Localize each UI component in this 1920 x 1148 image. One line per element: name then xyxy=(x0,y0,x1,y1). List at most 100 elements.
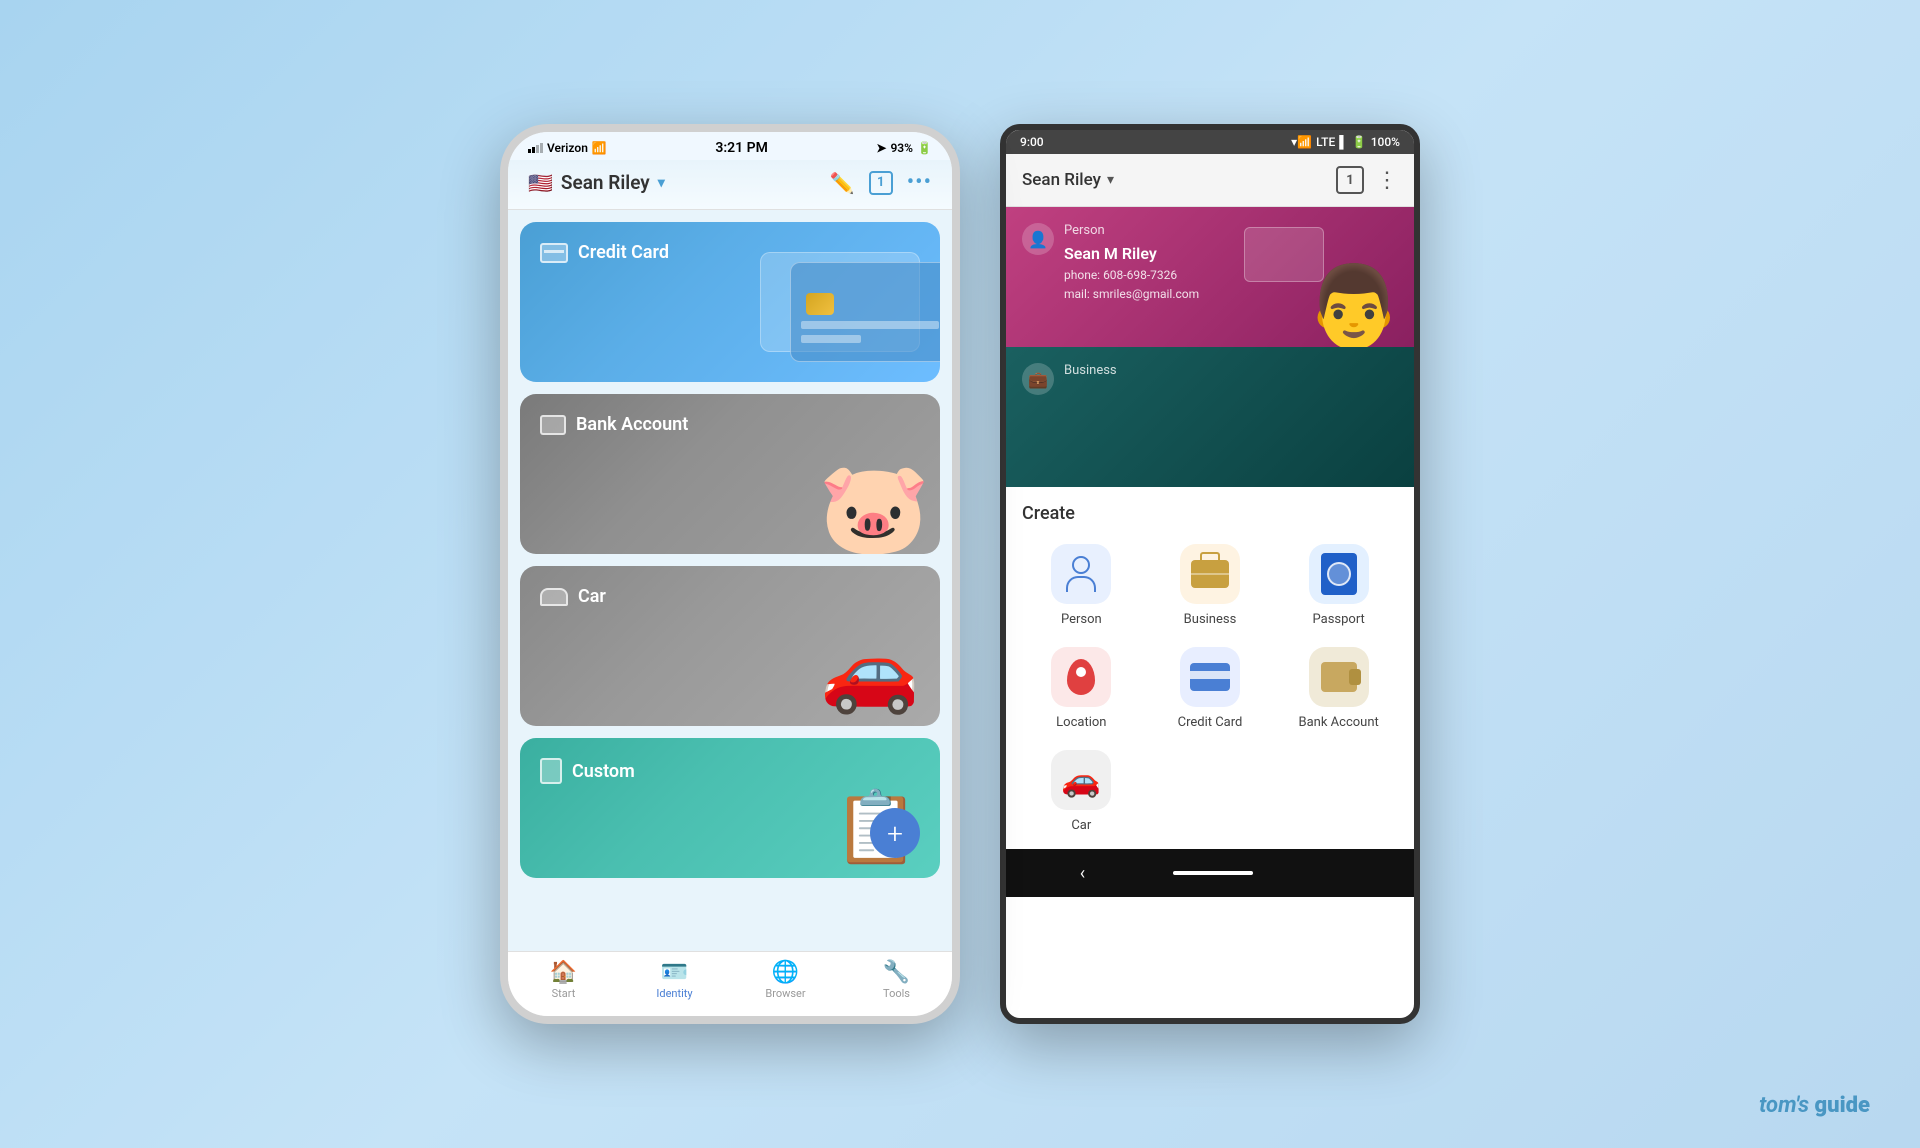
android-header-title[interactable]: Sean Riley ▾ xyxy=(1022,170,1114,190)
create-section: Create Person Business xyxy=(1006,487,1414,849)
dropdown-chevron: ▾ xyxy=(658,175,665,191)
battery-icon: 🔋 xyxy=(917,141,932,155)
car-label: Car xyxy=(1071,818,1091,833)
android-status-bar: 9:00 ▾📶 LTE ▌ 🔋 100% xyxy=(1006,130,1414,154)
car-item[interactable]: Car 🚗 xyxy=(520,566,940,726)
badge-box[interactable]: 1 xyxy=(869,171,893,195)
ios-bottom-nav: 🏠 Start 🪪 Identity 🌐 Browser 🔧 Tools xyxy=(508,951,952,1016)
browser-icon: 🌐 xyxy=(772,960,799,985)
android-back-button[interactable]: ‹ xyxy=(1060,859,1105,888)
credit-card-grid-icon xyxy=(1190,663,1230,691)
location-pin-icon xyxy=(1067,659,1095,695)
credit-icon-bg xyxy=(1180,647,1240,707)
person-icon xyxy=(1066,556,1096,592)
nav-start[interactable]: 🏠 Start xyxy=(508,960,619,1000)
android-more-icon[interactable]: ⋮ xyxy=(1376,168,1398,193)
create-bank-item[interactable]: Bank Account xyxy=(1279,647,1398,730)
ios-user-name: Sean Riley xyxy=(561,171,650,194)
person-label: Person xyxy=(1061,612,1102,627)
business-card-info: Business xyxy=(1064,363,1117,384)
passport-label: Passport xyxy=(1313,612,1365,627)
ios-header-title[interactable]: 🇺🇸 Sean Riley ▾ xyxy=(528,171,665,195)
create-grid: Person Business Passport xyxy=(1022,544,1398,833)
nav-tools-label: Tools xyxy=(883,987,910,1000)
location-label: Location xyxy=(1056,715,1106,730)
android-dropdown-icon[interactable]: ▾ xyxy=(1107,172,1114,188)
ios-status-bar: Verizon 📶 3:21 PM ➤ 93% 🔋 xyxy=(508,132,952,160)
android-badge[interactable]: 1 xyxy=(1336,166,1364,194)
car-nav-icon xyxy=(540,588,568,606)
person-card-name: Sean M Riley xyxy=(1064,244,1199,263)
android-phone: 9:00 ▾📶 LTE ▌ 🔋 100% Sean Riley ▾ 1 ⋮ 👤 … xyxy=(1000,124,1420,1024)
android-bottom-nav: ‹ xyxy=(1006,849,1414,897)
globe-icon xyxy=(1327,562,1351,586)
cc-front xyxy=(790,262,940,362)
watermark-text: tom's guide xyxy=(1759,1093,1870,1118)
piggy-bank-visual: 🐷 xyxy=(818,464,930,554)
bank-icon xyxy=(540,415,566,435)
business-icon-bg xyxy=(1180,544,1240,604)
ios-time: 3:21 PM xyxy=(715,140,768,156)
edit-icon[interactable]: ✏️ xyxy=(830,171,855,195)
create-person-item[interactable]: Person xyxy=(1022,544,1141,627)
ios-phone: Verizon 📶 3:21 PM ➤ 93% 🔋 🇺🇸 Sean Riley … xyxy=(500,124,960,1024)
business-card-icon: 💼 xyxy=(1022,363,1054,395)
custom-item[interactable]: Custom 📋 + xyxy=(520,738,940,878)
nav-identity[interactable]: 🪪 Identity xyxy=(619,960,730,1000)
person-head xyxy=(1072,556,1090,574)
cc-stripe2 xyxy=(801,335,861,343)
identity-icon: 🪪 xyxy=(661,960,688,985)
create-location-item[interactable]: Location xyxy=(1022,647,1141,730)
business-label: Business xyxy=(1184,612,1237,627)
bank-account-item[interactable]: Bank Account 🐷 xyxy=(520,394,940,554)
home-icon: 🏠 xyxy=(550,960,577,985)
business-card-type: Business xyxy=(1064,363,1117,378)
android-time: 9:00 xyxy=(1020,135,1044,149)
wifi-icon: 📶 xyxy=(592,141,607,155)
location-icon-bg xyxy=(1051,647,1111,707)
person-card-info: Person Sean M Riley phone: 608-698-7326 … xyxy=(1064,223,1199,304)
android-home-pill[interactable] xyxy=(1173,871,1253,875)
passport-icon-bg xyxy=(1309,544,1369,604)
person-profile-card[interactable]: 👤 Person Sean M Riley phone: 608-698-732… xyxy=(1006,207,1414,347)
nav-browser[interactable]: 🌐 Browser xyxy=(730,960,841,1000)
person-card-type: Person xyxy=(1064,223,1199,238)
watermark: tom's guide xyxy=(1759,1093,1870,1118)
car-label: Car xyxy=(540,586,606,607)
location-icon: ➤ xyxy=(876,141,886,155)
briefcase-icon xyxy=(1191,560,1229,588)
business-profile-card[interactable]: 💼 Business xyxy=(1006,347,1414,487)
android-header-actions: 1 ⋮ xyxy=(1336,166,1398,194)
add-custom-button[interactable]: + xyxy=(870,808,920,858)
ios-status-right: ➤ 93% 🔋 xyxy=(876,141,932,155)
person-avatar: 👨 xyxy=(1304,267,1404,347)
wallet-icon xyxy=(1321,662,1357,692)
android-signal-bars: ▌ xyxy=(1339,135,1348,149)
android-wifi-icon: ▾📶 xyxy=(1291,135,1312,149)
nav-identity-label: Identity xyxy=(656,987,692,1000)
credit-card-item[interactable]: Credit Card xyxy=(520,222,940,382)
android-battery-icon: 🔋 xyxy=(1352,135,1367,149)
bank-label: Bank Account xyxy=(1299,715,1379,730)
credit-label: Credit Card xyxy=(1178,715,1243,730)
cc-stripe xyxy=(801,321,939,329)
android-battery-pct: 100% xyxy=(1371,135,1400,149)
android-status-right: ▾📶 LTE ▌ 🔋 100% xyxy=(1291,135,1400,149)
bank-icon-bg xyxy=(1309,647,1369,707)
android-header: Sean Riley ▾ 1 ⋮ xyxy=(1006,154,1414,207)
signal-bars xyxy=(528,143,543,153)
cc-chip xyxy=(806,293,834,315)
create-business-item[interactable]: Business xyxy=(1151,544,1270,627)
create-car-item[interactable]: 🚗 Car xyxy=(1022,750,1141,833)
create-passport-item[interactable]: Passport xyxy=(1279,544,1398,627)
android-user-name: Sean Riley xyxy=(1022,170,1101,190)
credit-card-label: Credit Card xyxy=(540,242,669,263)
person-body xyxy=(1066,576,1096,592)
ios-header: 🇺🇸 Sean Riley ▾ ✏️ 1 ••• xyxy=(508,160,952,210)
nav-tools[interactable]: 🔧 Tools xyxy=(841,960,952,1000)
nav-browser-label: Browser xyxy=(765,987,805,1000)
person-card-email: mail: smriles@gmail.com xyxy=(1064,285,1199,304)
more-options-icon[interactable]: ••• xyxy=(907,170,932,195)
passport-icon xyxy=(1321,553,1357,595)
create-credit-item[interactable]: Credit Card xyxy=(1151,647,1270,730)
